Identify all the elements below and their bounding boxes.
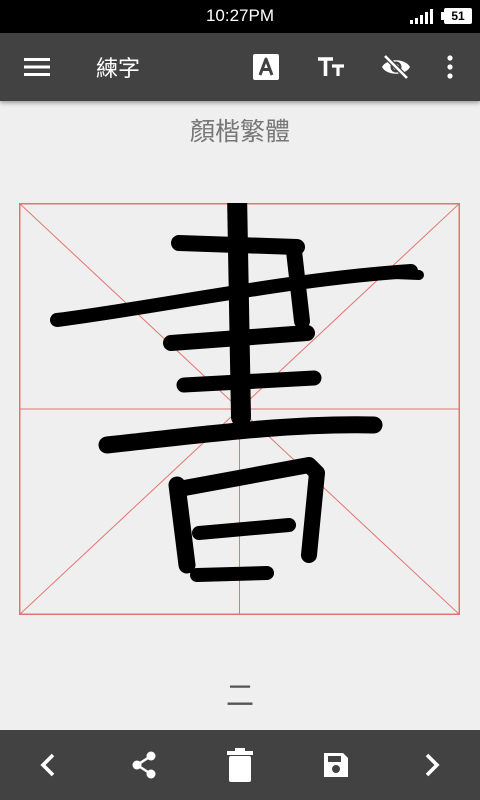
page-title: 練字 [96, 57, 141, 82]
chevron-right-icon [425, 753, 440, 777]
bottom-toolbar [0, 730, 480, 800]
stroke-count-label: 二 [225, 679, 254, 712]
practice-grid[interactable] [19, 203, 460, 615]
share-button[interactable] [126, 745, 162, 785]
signal-icon [410, 9, 433, 24]
more-options-button[interactable] [436, 47, 464, 87]
previous-button[interactable] [30, 745, 66, 785]
chevron-left-icon [40, 753, 55, 777]
more-vert-icon [447, 55, 453, 79]
delete-icon [227, 748, 253, 782]
status-time: 10:27PM [205, 6, 275, 25]
save-button[interactable] [318, 745, 354, 785]
toggle-visibility-button[interactable] [375, 47, 417, 87]
menu-icon [24, 58, 50, 76]
text-size-icon [318, 57, 344, 76]
visibility-off-icon [382, 54, 410, 80]
menu-button[interactable] [16, 47, 58, 87]
font-style-button[interactable] [246, 47, 286, 87]
font-a-icon [253, 54, 279, 80]
text-size-button[interactable] [310, 47, 352, 87]
status-bar: 10:27PM 51 [0, 0, 480, 33]
delete-button[interactable] [221, 745, 259, 785]
calligraphy-style-label: 顏楷繁體 [189, 117, 290, 146]
battery-icon: 51 [441, 8, 472, 24]
app-bar: 練字 [0, 33, 480, 101]
calligraphy-character [50, 203, 424, 582]
share-icon [132, 751, 156, 779]
next-button[interactable] [414, 745, 450, 785]
save-icon [324, 753, 348, 777]
